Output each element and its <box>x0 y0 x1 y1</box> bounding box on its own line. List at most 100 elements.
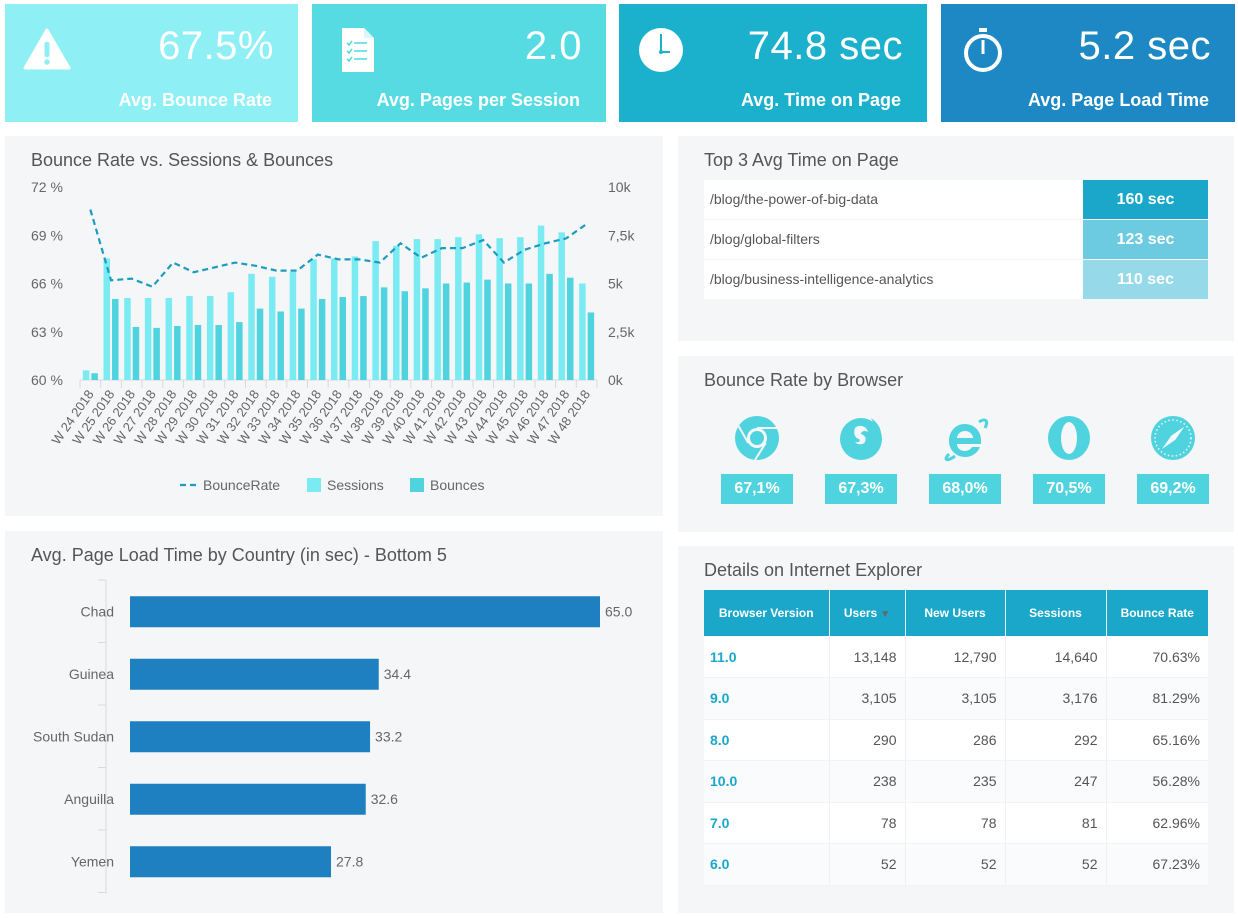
column-header-label: Users <box>843 606 878 620</box>
table-row[interactable]: 8.0 290 286 292 65.16% <box>704 719 1208 761</box>
country-label: Chad <box>81 603 114 619</box>
bounce-rate-line <box>89 209 588 289</box>
page-path: /blog/business-intelligence-analytics <box>704 260 1083 299</box>
sessions-bar <box>393 245 400 380</box>
right-axis-tick-label: 10k <box>608 179 632 195</box>
kpi-pages-per-session: 2.0 Avg. Pages per Session <box>312 4 606 122</box>
browser-internet-explorer[interactable]: 68,0% <box>928 414 1002 504</box>
bounces-bar <box>380 287 388 380</box>
cell-browser-version[interactable]: 8.0 <box>704 719 830 761</box>
kpi-bounce-rate: 67.5% Avg. Bounce Rate <box>5 4 298 122</box>
browser-chrome[interactable]: 67,1% <box>720 414 794 504</box>
bounce-rate-combo-chart: 72 %69 %66 %63 %60 %10k7,5k5k2,5k0kW 24 … <box>31 179 635 493</box>
cell-browser-version[interactable]: 7.0 <box>704 802 830 844</box>
sessions-bar <box>103 258 111 380</box>
list-item[interactable]: /blog/the-power-of-big-data 160 sec <box>704 180 1208 219</box>
top3-time-on-page-panel: Top 3 Avg Time on Page /blog/the-power-o… <box>678 136 1234 341</box>
bounces-bar <box>318 298 326 380</box>
table-row[interactable]: 11.0 13,148 12,790 14,640 70.63% <box>704 636 1208 678</box>
cell-new-users: 52 <box>905 843 1006 886</box>
left-axis-tick-label: 63 % <box>31 324 63 340</box>
table-row[interactable]: 7.0 78 78 81 62.96% <box>704 802 1208 844</box>
sessions-bar <box>186 296 193 380</box>
browser-safari[interactable]: 69,2% <box>1136 414 1210 504</box>
cell-users: 290 <box>829 719 906 761</box>
right-axis-tick-label: 2,5k <box>608 324 635 340</box>
chrome-icon <box>735 416 779 461</box>
internet-explorer-icon <box>944 418 989 462</box>
cell-new-users: 3,105 <box>905 677 1006 720</box>
bounce-rate-badge: 69,2% <box>1137 474 1209 504</box>
cell-users: 3,105 <box>829 677 906 720</box>
column-header-sessions[interactable]: Sessions <box>1005 590 1107 636</box>
column-header-browser-version[interactable]: Browser Version <box>704 590 830 636</box>
sessions-bar <box>351 256 359 380</box>
sessions-bar <box>82 370 90 380</box>
country-label: Yemen <box>71 853 114 869</box>
bounces-bar <box>215 324 222 380</box>
table-row[interactable]: 6.0 52 52 52 67.23% <box>704 843 1208 886</box>
cell-sessions: 81 <box>1005 802 1107 844</box>
warning-icon <box>23 28 71 70</box>
column-header-bounce-rate[interactable]: Bounce Rate <box>1106 590 1208 636</box>
time-value: 160 sec <box>1083 180 1208 219</box>
bounces-bar <box>174 325 181 380</box>
panel-title: Bounce Rate by Browser <box>704 370 904 390</box>
cell-browser-version[interactable]: 9.0 <box>704 677 830 720</box>
table-header-row: Browser Version Users ▼ New Users Session… <box>704 590 1208 636</box>
cell-bounce-rate: 56.28% <box>1106 760 1208 803</box>
bounces-bar <box>504 283 512 380</box>
cell-users: 52 <box>829 843 906 886</box>
cell-browser-version[interactable]: 6.0 <box>704 843 830 886</box>
kpi-label: Avg. Page Load Time <box>1027 90 1209 110</box>
firefox-icon <box>840 418 882 460</box>
browser-firefox[interactable]: 67,3% <box>824 414 898 504</box>
browser-opera[interactable]: 70,5% <box>1032 414 1106 504</box>
document-checklist-icon <box>342 28 374 72</box>
country-bar <box>130 846 332 878</box>
bar-value-label: 27.8 <box>336 853 363 869</box>
sessions-bar <box>268 276 276 380</box>
kpi-time-on-page: 74.8 sec Avg. Time on Page <box>619 4 927 122</box>
sessions-bar <box>124 297 131 380</box>
country-label: South Sudan <box>33 728 114 744</box>
bounces-bar <box>339 297 346 380</box>
sort-descending-icon: ▼ <box>880 609 891 620</box>
cell-new-users: 286 <box>905 719 1006 761</box>
clock-icon <box>639 28 683 72</box>
table-row[interactable]: 9.0 3,105 3,105 3,176 81.29% <box>704 677 1208 720</box>
kpi-label: Avg. Pages per Session <box>376 90 580 110</box>
bounces-bar <box>422 288 429 380</box>
cell-browser-version[interactable]: 11.0 <box>704 636 830 678</box>
page-load-bar-chart: Chad 65.0 Guinea 34.4 South Sudan 33.2 Anguill… <box>33 579 632 894</box>
cell-sessions: 3,176 <box>1005 677 1107 720</box>
sessions-bar <box>248 273 255 380</box>
country-bar <box>130 783 366 815</box>
bounce-rate-badge: 67,3% <box>825 474 897 504</box>
bounces-bar <box>587 312 595 380</box>
table-row[interactable]: 10.0 238 235 247 56.28% <box>704 760 1208 803</box>
cell-browser-version[interactable]: 10.0 <box>704 760 830 803</box>
bounce-rate-badge: 70,5% <box>1033 474 1105 504</box>
cell-sessions: 247 <box>1005 760 1107 803</box>
cell-sessions: 292 <box>1005 719 1107 761</box>
sessions-bar <box>144 297 152 380</box>
sessions-bar <box>579 283 586 380</box>
list-item[interactable]: /blog/business-intelligence-analytics 11… <box>704 260 1208 299</box>
cell-sessions: 14,640 <box>1005 636 1107 678</box>
kpi-value: 67.5% <box>158 24 274 68</box>
list-item[interactable]: /blog/global-filters 123 sec <box>704 220 1208 259</box>
column-header-users[interactable]: Users ▼ <box>829 590 906 636</box>
cell-bounce-rate: 67.23% <box>1106 843 1208 886</box>
bounces-bar <box>546 273 553 380</box>
page-load-by-country-panel: Avg. Page Load Time by Country (in sec) … <box>5 531 663 913</box>
browser-list: 67,1% 67,3% 68,0% 70,5% 69,2% <box>720 414 1210 504</box>
column-header-new-users[interactable]: New Users <box>905 590 1006 636</box>
ie-details-table: Browser Version Users ▼ New Users Session… <box>704 590 1208 886</box>
left-axis-tick-label: 66 % <box>31 276 63 292</box>
sessions-bar <box>206 296 214 380</box>
cell-bounce-rate: 81.29% <box>1106 677 1208 720</box>
opera-icon <box>1048 416 1090 460</box>
kpi-label: Avg. Bounce Rate <box>118 90 272 110</box>
legend-bouncerate-label: BounceRate <box>203 477 280 493</box>
